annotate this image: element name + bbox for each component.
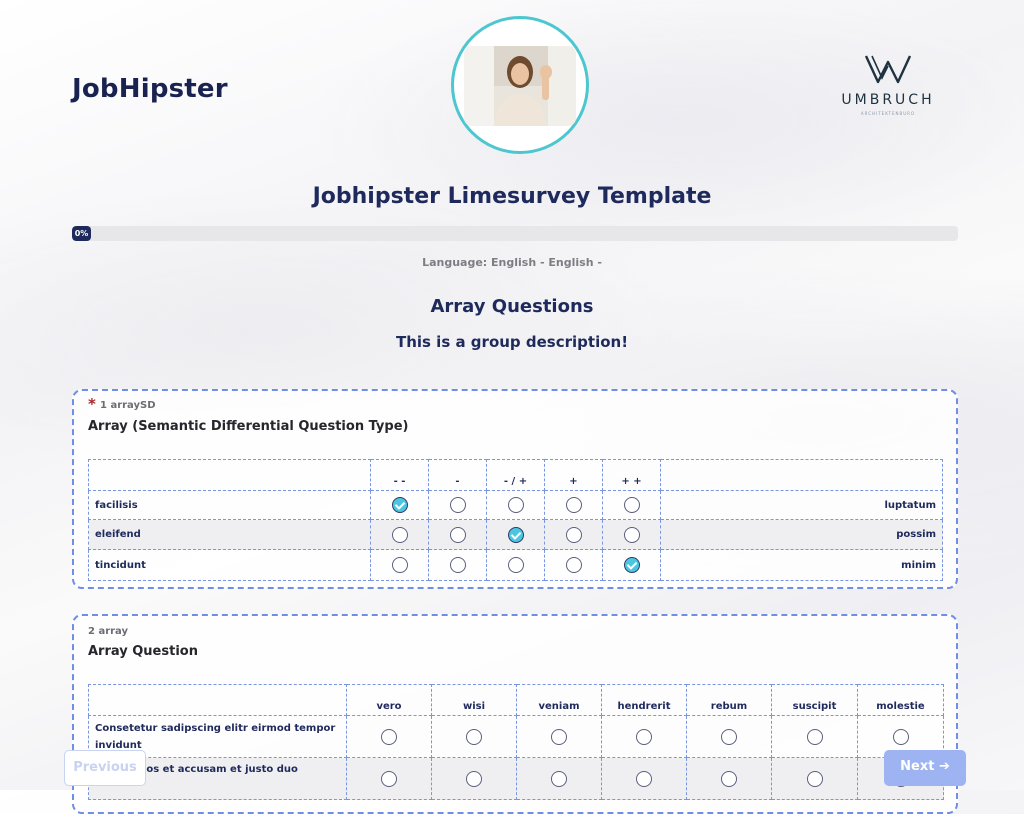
table-row: eleifend possim: [88, 519, 943, 550]
radio-option[interactable]: [381, 728, 397, 745]
radio-option[interactable]: [806, 770, 823, 787]
question-text: Array Question: [88, 644, 198, 659]
radio-option[interactable]: [565, 526, 582, 543]
row-label: eleifend: [88, 519, 371, 550]
question-1: * 1 arraySD Array (Semantic Differential…: [72, 389, 958, 589]
row-right-label: luptatum: [660, 490, 943, 520]
row-label: facilisis: [88, 490, 371, 520]
radio-option[interactable]: [636, 770, 652, 787]
progress-bar: 0%: [72, 226, 958, 241]
radio-option[interactable]: [449, 526, 466, 543]
next-button[interactable]: Next ➔: [884, 750, 966, 786]
radio-option[interactable]: [721, 770, 737, 787]
avatar-photo: [464, 46, 576, 126]
radio-option[interactable]: [507, 526, 524, 543]
column-header: +: [544, 459, 603, 491]
column-header: -: [428, 459, 487, 491]
radio-option[interactable]: [507, 557, 524, 573]
question-code: 2 array: [88, 626, 129, 637]
question-2: 2 array Array Question vero wisi veniam …: [72, 614, 958, 814]
column-header: hendrerit: [601, 684, 687, 716]
group-title: Array Questions: [430, 296, 594, 317]
radio-option[interactable]: [551, 728, 567, 745]
radio-option[interactable]: [391, 497, 408, 513]
table-row: At vero eos et accusam et justo duo: [88, 757, 944, 800]
brand-title: JobHipster: [72, 74, 228, 104]
question-code: 1 arraySD: [100, 400, 156, 411]
column-header: - -: [370, 459, 429, 491]
radio-option[interactable]: [449, 497, 466, 513]
radio-option[interactable]: [466, 770, 482, 787]
column-header: - / +: [486, 459, 545, 491]
array-table: vero wisi veniam hendrerit rebum suscipi…: [88, 684, 944, 800]
question-text: Array (Semantic Differential Question Ty…: [88, 419, 409, 434]
radio-option[interactable]: [623, 497, 640, 513]
survey-title: Jobhipster Limesurvey Template: [312, 184, 712, 209]
column-header: suscipit: [771, 684, 858, 716]
row-label: tincidunt: [88, 549, 371, 581]
radio-option[interactable]: [721, 728, 737, 745]
radio-option[interactable]: [565, 497, 582, 513]
logo-mark-icon: [864, 55, 912, 84]
logo-name: UMBRUCH: [841, 92, 935, 108]
radio-option[interactable]: [623, 557, 640, 573]
previous-button[interactable]: Previous: [64, 750, 146, 786]
radio-option[interactable]: [381, 770, 397, 787]
progress-fill: 0%: [72, 226, 91, 241]
semantic-differential-table: - - - - / + + + + facilisis luptatum ele…: [88, 459, 943, 581]
table-row: facilisis luptatum: [88, 490, 943, 520]
mandatory-mark: *: [88, 395, 96, 413]
radio-option[interactable]: [449, 557, 466, 573]
row-right-label: possim: [660, 519, 943, 550]
radio-option[interactable]: [466, 728, 482, 745]
radio-option[interactable]: [623, 526, 640, 543]
radio-option[interactable]: [507, 497, 524, 513]
column-header: vero: [346, 684, 432, 716]
radio-option[interactable]: [806, 728, 823, 745]
column-header: wisi: [431, 684, 517, 716]
language-selector[interactable]: Language: English - English -: [0, 256, 1024, 269]
column-header: rebum: [686, 684, 772, 716]
radio-option[interactable]: [551, 770, 567, 787]
column-header: veniam: [516, 684, 602, 716]
radio-option[interactable]: [565, 557, 582, 573]
avatar: [451, 16, 589, 154]
radio-option[interactable]: [636, 728, 652, 745]
logo-subtitle: ARCHITEKTENBURO: [860, 111, 916, 116]
column-header: + +: [602, 459, 661, 491]
row-right-label: minim: [660, 549, 943, 581]
radio-option[interactable]: [391, 557, 408, 573]
table-row: tincidunt minim: [88, 549, 943, 581]
radio-option[interactable]: [892, 728, 909, 745]
column-header: molestie: [857, 684, 944, 716]
radio-option[interactable]: [391, 526, 408, 543]
table-row: Consetetur sadipscing elitr eirmod tempo…: [88, 715, 944, 758]
group-description: This is a group description!: [395, 333, 629, 351]
company-logo: UMBRUCH ARCHITEKTENBURO: [832, 52, 944, 122]
